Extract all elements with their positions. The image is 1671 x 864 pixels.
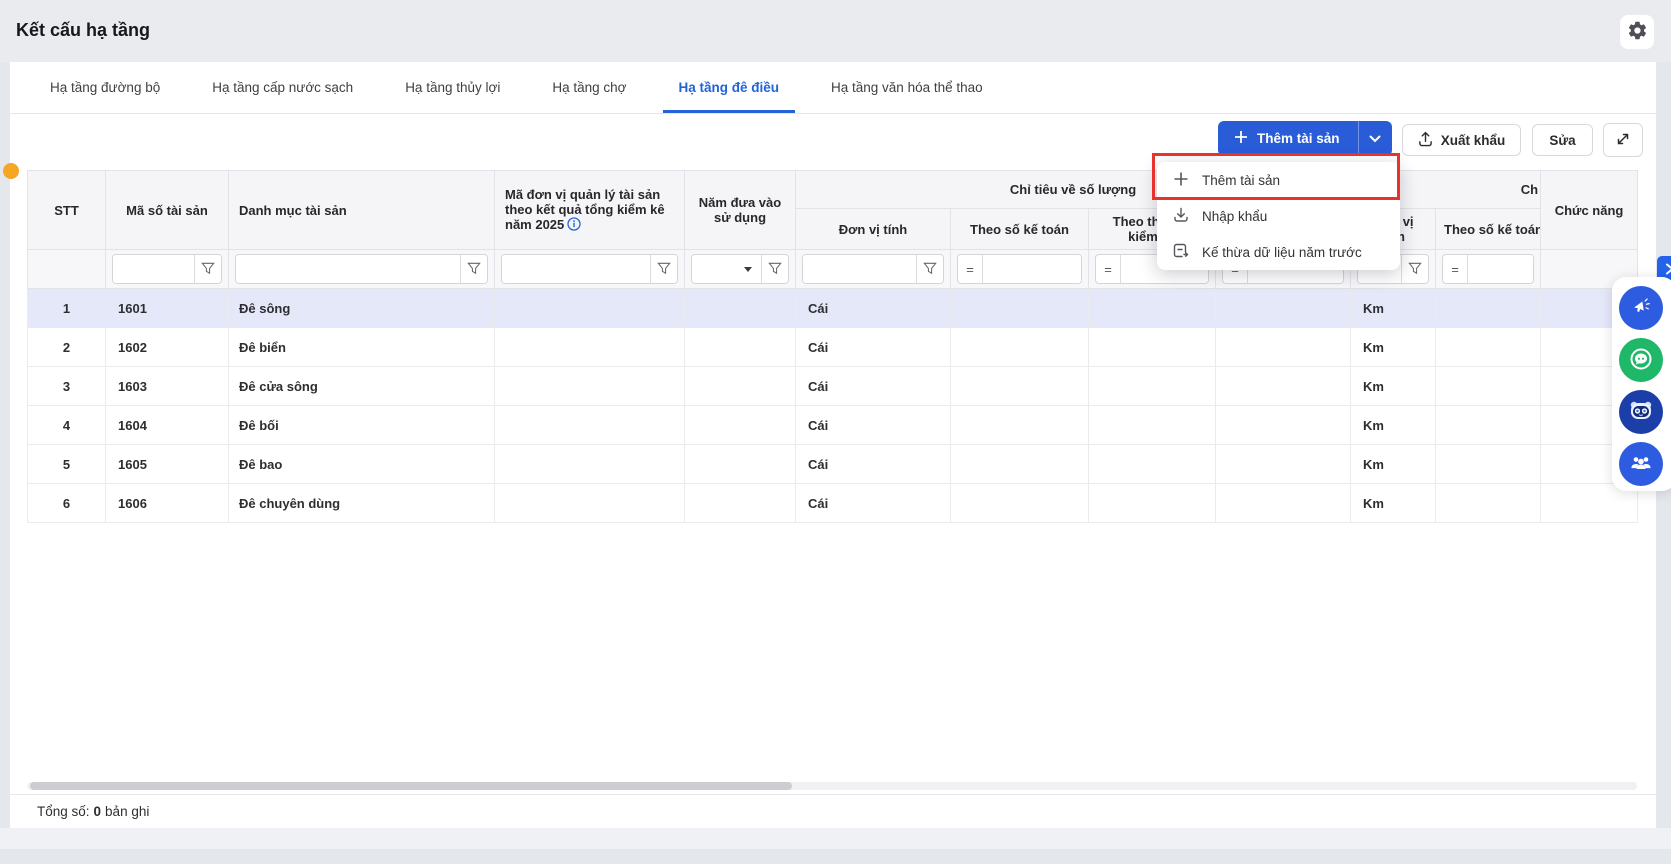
filter-cell-by-accounting2: = [1435,249,1542,289]
tab-ha-tang-cho[interactable]: Hạ tầng chợ [526,62,652,113]
equals-operator[interactable]: = [958,262,982,277]
upload-icon [1418,131,1433,150]
status-bar: Tổng số: 0 bản ghi [10,794,1656,828]
robot-assistant-fab[interactable] [1619,390,1663,434]
filter-cell-code [105,249,229,289]
page-title: Kết cấu hạ tầng [16,20,151,40]
table-row[interactable]: 6 1606 Đê chuyên dùng Cái Km [27,483,1639,523]
filter-icon[interactable] [917,255,943,283]
filter-cell-year [684,249,796,289]
horizontal-scrollbar[interactable] [27,782,1637,790]
expand-icon [1615,131,1631,150]
user-group-fab[interactable] [1619,442,1663,486]
by-accounting-filter-input[interactable] [983,255,1081,283]
col-header-mgmt-unit[interactable]: Mã đơn vị quản lý tài sản theo kết quả t… [494,170,685,250]
edit-button[interactable]: Sửa [1532,124,1593,156]
table-row[interactable]: 2 1602 Đê biển Cái Km [27,327,1639,367]
caret-down-icon[interactable] [735,255,761,283]
equals-operator[interactable]: = [1096,262,1120,277]
filter-cell-stt [27,249,106,289]
plus-icon [1234,130,1248,147]
app-root: Kết cấu hạ tầng Hạ tầng đường bộ Hạ tầng… [0,0,1671,864]
tab-ha-tang-de-dieu[interactable]: Hạ tầng đê điều [653,62,806,113]
floating-action-panel [1612,277,1671,491]
add-asset-dropdown-toggle[interactable] [1357,121,1392,156]
filter-cell-category [228,249,495,289]
col-header-by-accounting2[interactable]: Theo số kế toán [1435,208,1542,250]
add-asset-button[interactable]: Thêm tài sản [1218,121,1358,156]
plus-icon [1173,171,1189,190]
col-header-unit[interactable]: Đơn vị tính [795,208,951,250]
total-label: Tổng số: [37,804,90,819]
chat-fab[interactable] [1619,338,1663,382]
tab-bar: Hạ tầng đường bộ Hạ tầng cấp nước sạch H… [10,62,1656,114]
unit-filter-input[interactable] [803,255,916,283]
horizontal-scrollbar-thumb[interactable] [30,782,792,790]
table-row[interactable]: 1 1601 Đê sông Cái Km [27,288,1639,328]
category-filter-input[interactable] [236,255,460,283]
total-count: 0 [93,804,102,819]
settings-button[interactable] [1620,15,1654,49]
top-header-band [0,0,1671,62]
col-header-stt[interactable]: STT [27,170,106,250]
year-filter-select[interactable] [692,255,735,283]
table-row[interactable]: 5 1605 Đê bao Cái Km [27,444,1639,484]
bottom-band [0,828,1671,849]
table-row[interactable]: 3 1603 Đê cửa sông Cái Km [27,366,1639,406]
filter-cell-unit [795,249,951,289]
notification-dot [3,163,19,179]
filter-icon[interactable] [461,255,487,283]
mgmt-unit-filter-input[interactable] [502,255,650,283]
megaphone-icon [1630,296,1652,321]
download-icon [1173,207,1189,226]
content-card: Hạ tầng đường bộ Hạ tầng cấp nước sạch H… [10,62,1656,828]
gear-icon [1627,20,1648,44]
col-header-category[interactable]: Danh mục tài sản [228,170,495,250]
by-accounting2-filter-input[interactable] [1468,255,1534,283]
tab-ha-tang-cap-nuoc-sach[interactable]: Hạ tầng cấp nước sạch [186,62,379,113]
chevron-down-icon [1369,131,1381,146]
equals-operator[interactable]: = [1443,262,1467,277]
announcement-fab[interactable] [1619,286,1663,330]
total-suffix: bản ghi [105,804,150,819]
filter-icon[interactable] [1402,255,1429,283]
col-header-year[interactable]: Năm đưa vào sử dụng [684,170,796,250]
tab-ha-tang-thuy-loi[interactable]: Hạ tầng thủy lợi [379,62,526,113]
info-icon[interactable] [567,216,581,234]
expand-button[interactable] [1603,123,1643,157]
filter-icon[interactable] [651,255,677,283]
filter-icon[interactable] [762,255,788,283]
col-header-by-accounting[interactable]: Theo số kế toán [950,208,1089,250]
add-asset-dropdown-menu: Thêm tài sản Nhập khẩu Kế thừa dữ liệu n… [1157,162,1400,270]
code-filter-input[interactable] [113,255,194,283]
menu-item-ke-thua-du-lieu[interactable]: Kế thừa dữ liệu năm trước [1157,234,1400,270]
table-row[interactable]: 4 1604 Đê bối Cái Km [27,405,1639,445]
inherit-document-icon [1173,243,1189,262]
tab-ha-tang-duong-bo[interactable]: Hạ tầng đường bộ [24,62,186,113]
add-asset-split-button[interactable]: Thêm tài sản [1218,121,1392,156]
filter-icon[interactable] [195,255,221,283]
robot-icon [1627,397,1655,428]
export-button[interactable]: Xuất khẩu [1402,124,1521,156]
filter-cell-by-accounting: = [950,249,1089,289]
col-header-code[interactable]: Mã số tài sản [105,170,229,250]
menu-item-them-tai-san[interactable]: Thêm tài sản [1157,162,1400,198]
col-header-actions[interactable]: Chức năng [1540,170,1639,250]
menu-item-nhap-khau[interactable]: Nhập khẩu [1157,198,1400,234]
people-icon [1629,451,1653,478]
chat-icon [1628,346,1654,375]
filter-cell-mgmt-unit [494,249,685,289]
tab-ha-tang-van-hoa-the-thao[interactable]: Hạ tầng văn hóa thể thao [805,62,1009,113]
